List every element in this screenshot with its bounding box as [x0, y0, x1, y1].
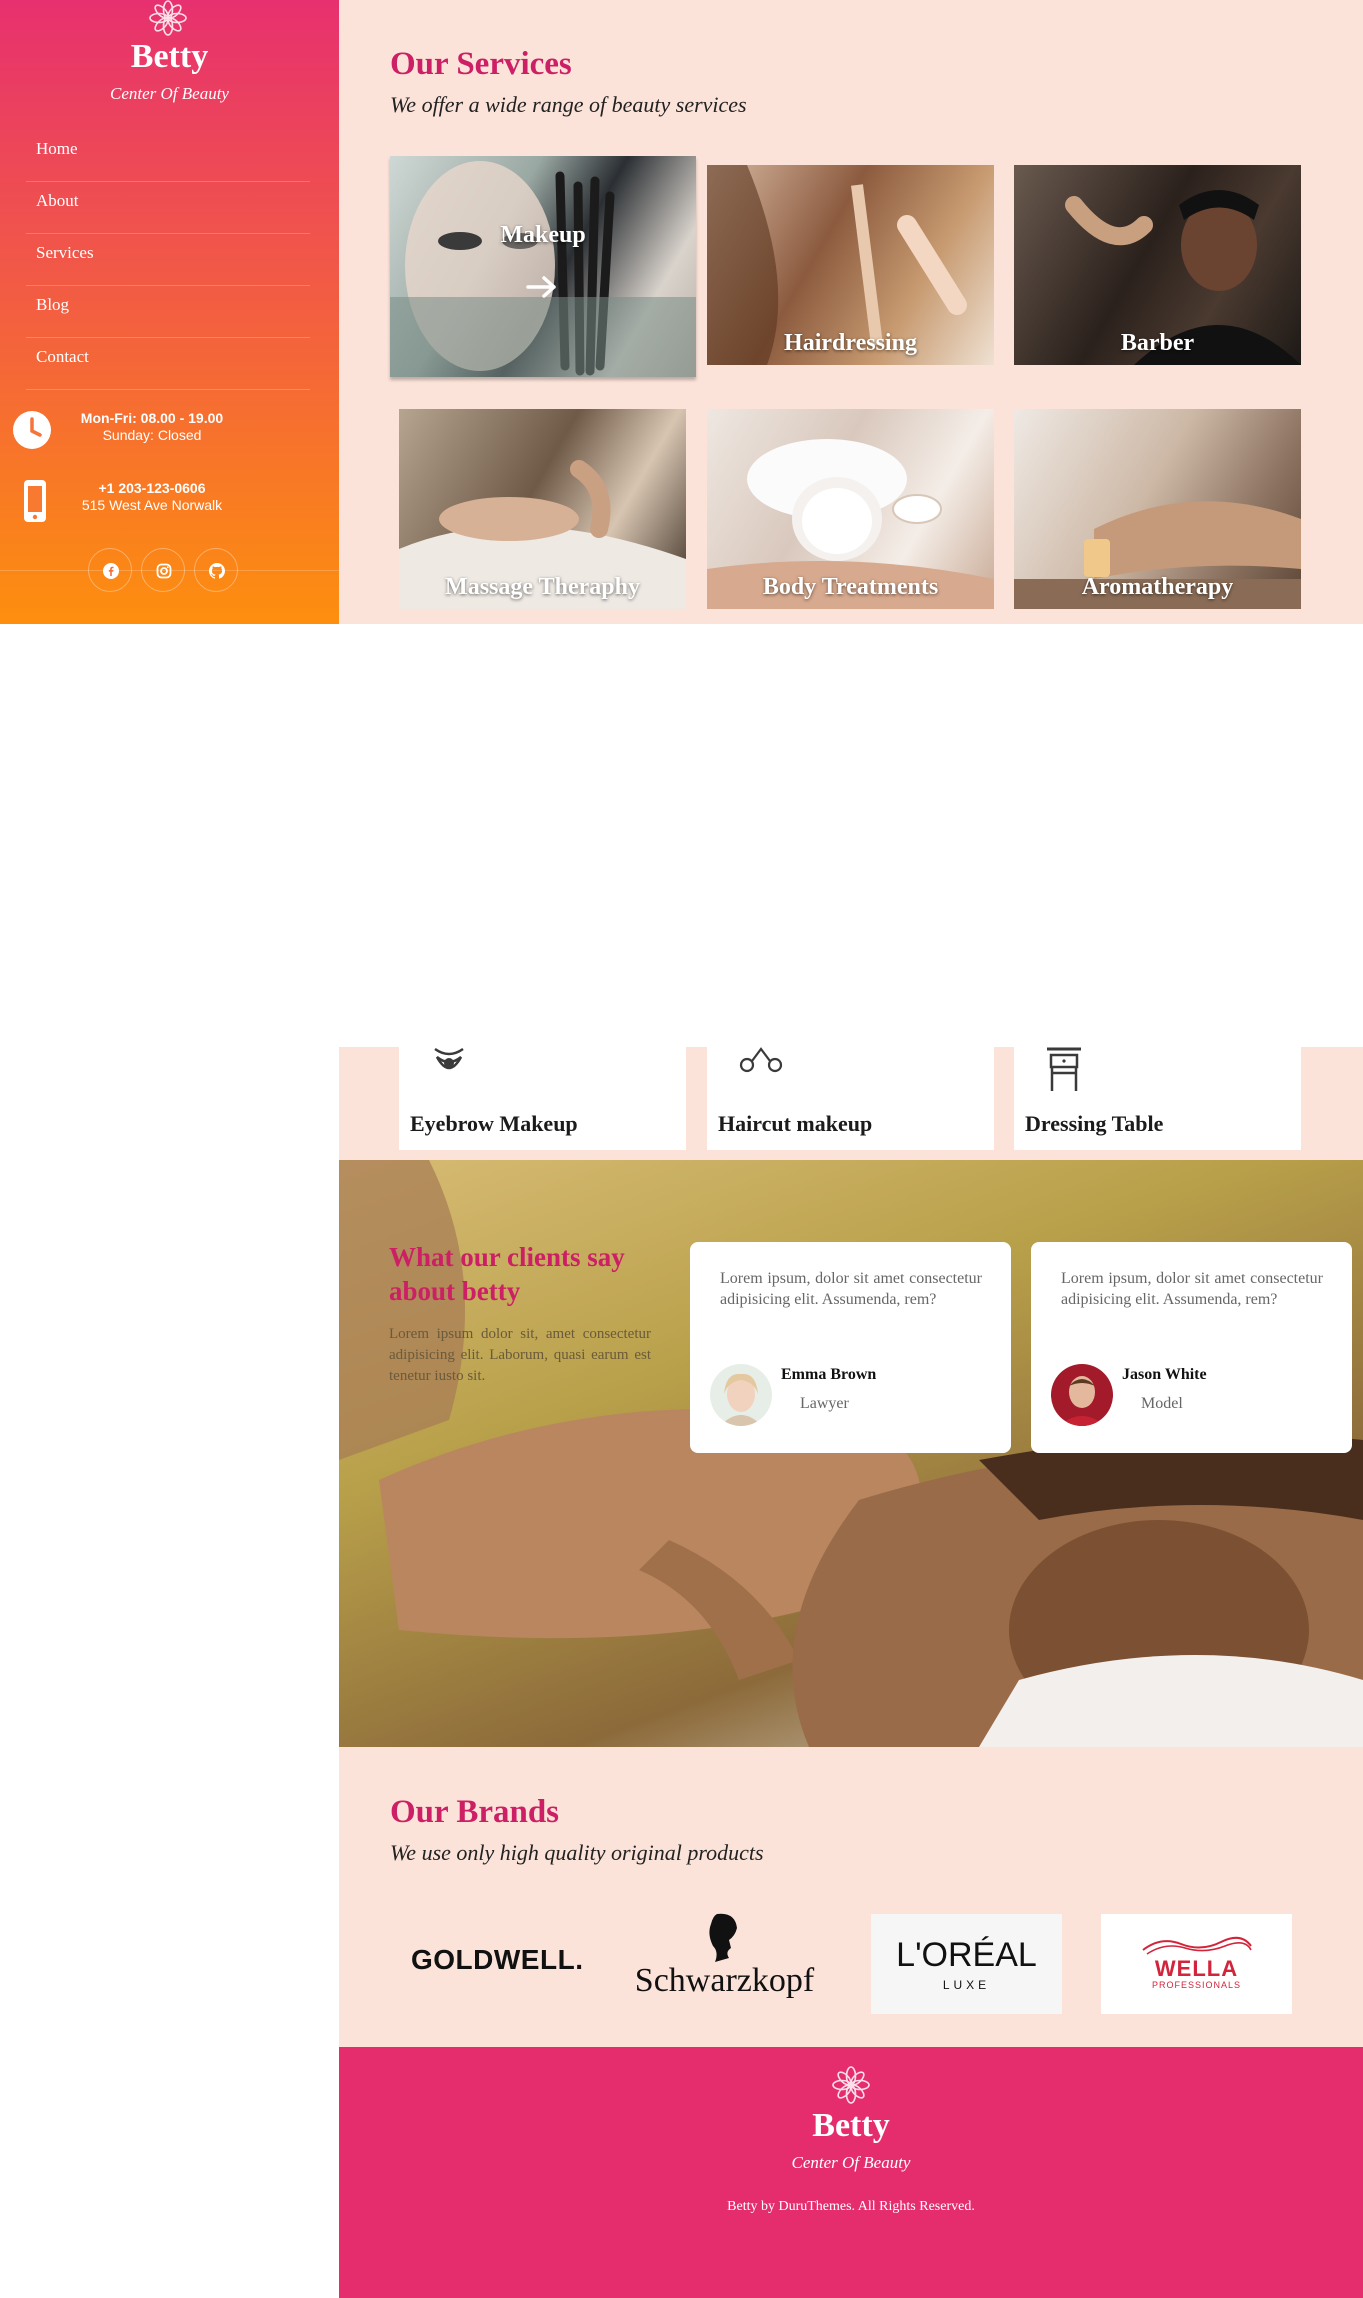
services-title: Our Services [390, 46, 572, 82]
footer-copyright: Betty by DuruThemes. All Rights Reserved… [727, 2199, 975, 2214]
testimonial-name: Emma Brown [781, 1366, 877, 1383]
footer-brand-tagline: Center Of Beauty [791, 2153, 911, 2172]
github-icon [209, 563, 225, 579]
nav-item-contact[interactable]: Contact [26, 338, 310, 390]
arrow-right-icon[interactable] [526, 276, 558, 298]
social-links [88, 548, 258, 594]
lotus-logo-icon [832, 2066, 870, 2104]
facebook-link[interactable] [88, 548, 132, 592]
sidebar: Betty Center Of Beauty Home About Servic… [0, 0, 339, 624]
contact-address: 515 West Ave Norwalk [81, 497, 223, 513]
testimonial-card: Lorem ipsum, dolor sit amet consectetur … [690, 1242, 1011, 1453]
service-label-body-treatments: Body Treatments [762, 574, 939, 600]
tool-label-eyebrow: Eyebrow Makeup [410, 1111, 578, 1136]
dressing-table-icon [1047, 1047, 1081, 1091]
instagram-link[interactable] [141, 548, 185, 592]
wella-wave-icon [1142, 1936, 1252, 1955]
brand-loreal-sub: LUXE [942, 1978, 991, 1992]
testimonials-intro: Lorem ipsum dolor sit, amet consectetur … [389, 1326, 651, 1384]
service-label-aromatherapy: Aromatherapy [1081, 574, 1234, 600]
testimonial-text: Lorem ipsum, dolor sit amet consectetur … [720, 1270, 982, 1308]
testimonial-card: Lorem ipsum, dolor sit amet consectetur … [1031, 1242, 1352, 1453]
footer: Betty Center Of Beauty Betty by DuruThem… [339, 2047, 1363, 2298]
nav-item-blog[interactable]: Blog [26, 286, 310, 338]
brand-wella-text: WELLA [1154, 1956, 1239, 1981]
service-card-hairdressing[interactable]: Hairdressing [707, 165, 994, 365]
service-card-body-treatments[interactable]: Body Treatments [707, 409, 994, 609]
sidebar-brand-name[interactable]: Betty [0, 38, 339, 76]
facebook-icon [103, 563, 119, 579]
instagram-icon [156, 563, 172, 579]
hours-weekdays: Mon-Fri: 08.00 - 19.00 [80, 410, 224, 426]
testimonials-section: What our clients say about betty Lorem i… [339, 1160, 1363, 1747]
hours-sunday: Sunday: Closed [102, 427, 202, 443]
nav-item-services[interactable]: Services [26, 234, 310, 286]
service-card-makeup[interactable]: Makeup [390, 156, 696, 377]
testimonial-role: Lawyer [800, 1395, 849, 1412]
clock-icon [13, 411, 51, 449]
avatar [1051, 1364, 1113, 1426]
brands-title: Our Brands [390, 1794, 560, 1830]
nav-item-home[interactable]: Home [26, 130, 310, 182]
service-card-massage[interactable]: Massage Theraphy [399, 409, 686, 609]
contact-phone[interactable]: +1 203-123-0606 [62, 480, 242, 497]
tool-card-haircut[interactable]: Haircut makeup [707, 1047, 994, 1150]
brand-wella-sub: PROFESSIONALS [1151, 1980, 1242, 1990]
services-subtitle: We offer a wide range of beauty services [390, 92, 747, 117]
service-card-aromatherapy[interactable]: Aromatherapy [1014, 409, 1301, 609]
sidebar-nav: Home About Services Blog Contact [26, 130, 310, 390]
eyebrow-icon [434, 1047, 464, 1070]
brand-logo-wella[interactable]: WELLA PROFESSIONALS [1101, 1914, 1292, 2014]
lotus-logo-icon [149, 0, 187, 36]
brands-section: Our Brands We use only high quality orig… [339, 1747, 1363, 2047]
testimonial-text: Lorem ipsum, dolor sit amet consectetur … [1061, 1270, 1323, 1308]
brand-logo-loreal[interactable]: L'ORÉAL LUXE [871, 1914, 1062, 2014]
phone-icon [24, 480, 46, 522]
tools-section: Eyebrow Makeup Haircut makeup Dressing T… [339, 1047, 1363, 1160]
testimonial-role: Model [1141, 1395, 1183, 1412]
brand-schwarzkopf-text: Schwarzkopf [634, 1962, 815, 1999]
brand-logo-schwarzkopf[interactable]: Schwarzkopf [629, 1913, 820, 2014]
github-link[interactable] [194, 548, 238, 592]
tool-card-dressing-table[interactable]: Dressing Table [1014, 1047, 1301, 1150]
testimonial-name: Jason White [1122, 1366, 1207, 1383]
service-label-massage: Massage Theraphy [445, 574, 640, 600]
service-label-barber: Barber [1120, 330, 1195, 356]
tool-label-dressing-table: Dressing Table [1025, 1111, 1164, 1136]
brand-logo-goldwell[interactable]: GOLDWELL. [399, 1914, 590, 2014]
footer-brand-name[interactable]: Betty [339, 2107, 1363, 2145]
testimonials-title: What our clients say about betty [389, 1242, 625, 1306]
schwarzkopf-silhouette-icon [709, 1913, 737, 1962]
brand-goldwell-text: GOLDWELL. [411, 1944, 584, 1975]
brands-subtitle: We use only high quality original produc… [390, 1840, 764, 1865]
tool-label-haircut: Haircut makeup [718, 1111, 873, 1136]
makeup-overlay [390, 297, 696, 377]
scissors-icon [739, 1047, 783, 1073]
service-label-hairdressing: Hairdressing [784, 330, 917, 356]
tool-card-eyebrow[interactable]: Eyebrow Makeup [399, 1047, 686, 1150]
brand-loreal-text: L'ORÉAL [896, 1936, 1037, 1974]
avatar [710, 1364, 772, 1426]
services-section: Our Services We offer a wide range of be… [339, 0, 1363, 624]
service-card-barber[interactable]: Barber [1014, 165, 1301, 365]
nav-item-about[interactable]: About [26, 182, 310, 234]
sidebar-brand-tagline: Center Of Beauty [110, 84, 229, 103]
service-label-makeup: Makeup [500, 222, 586, 248]
